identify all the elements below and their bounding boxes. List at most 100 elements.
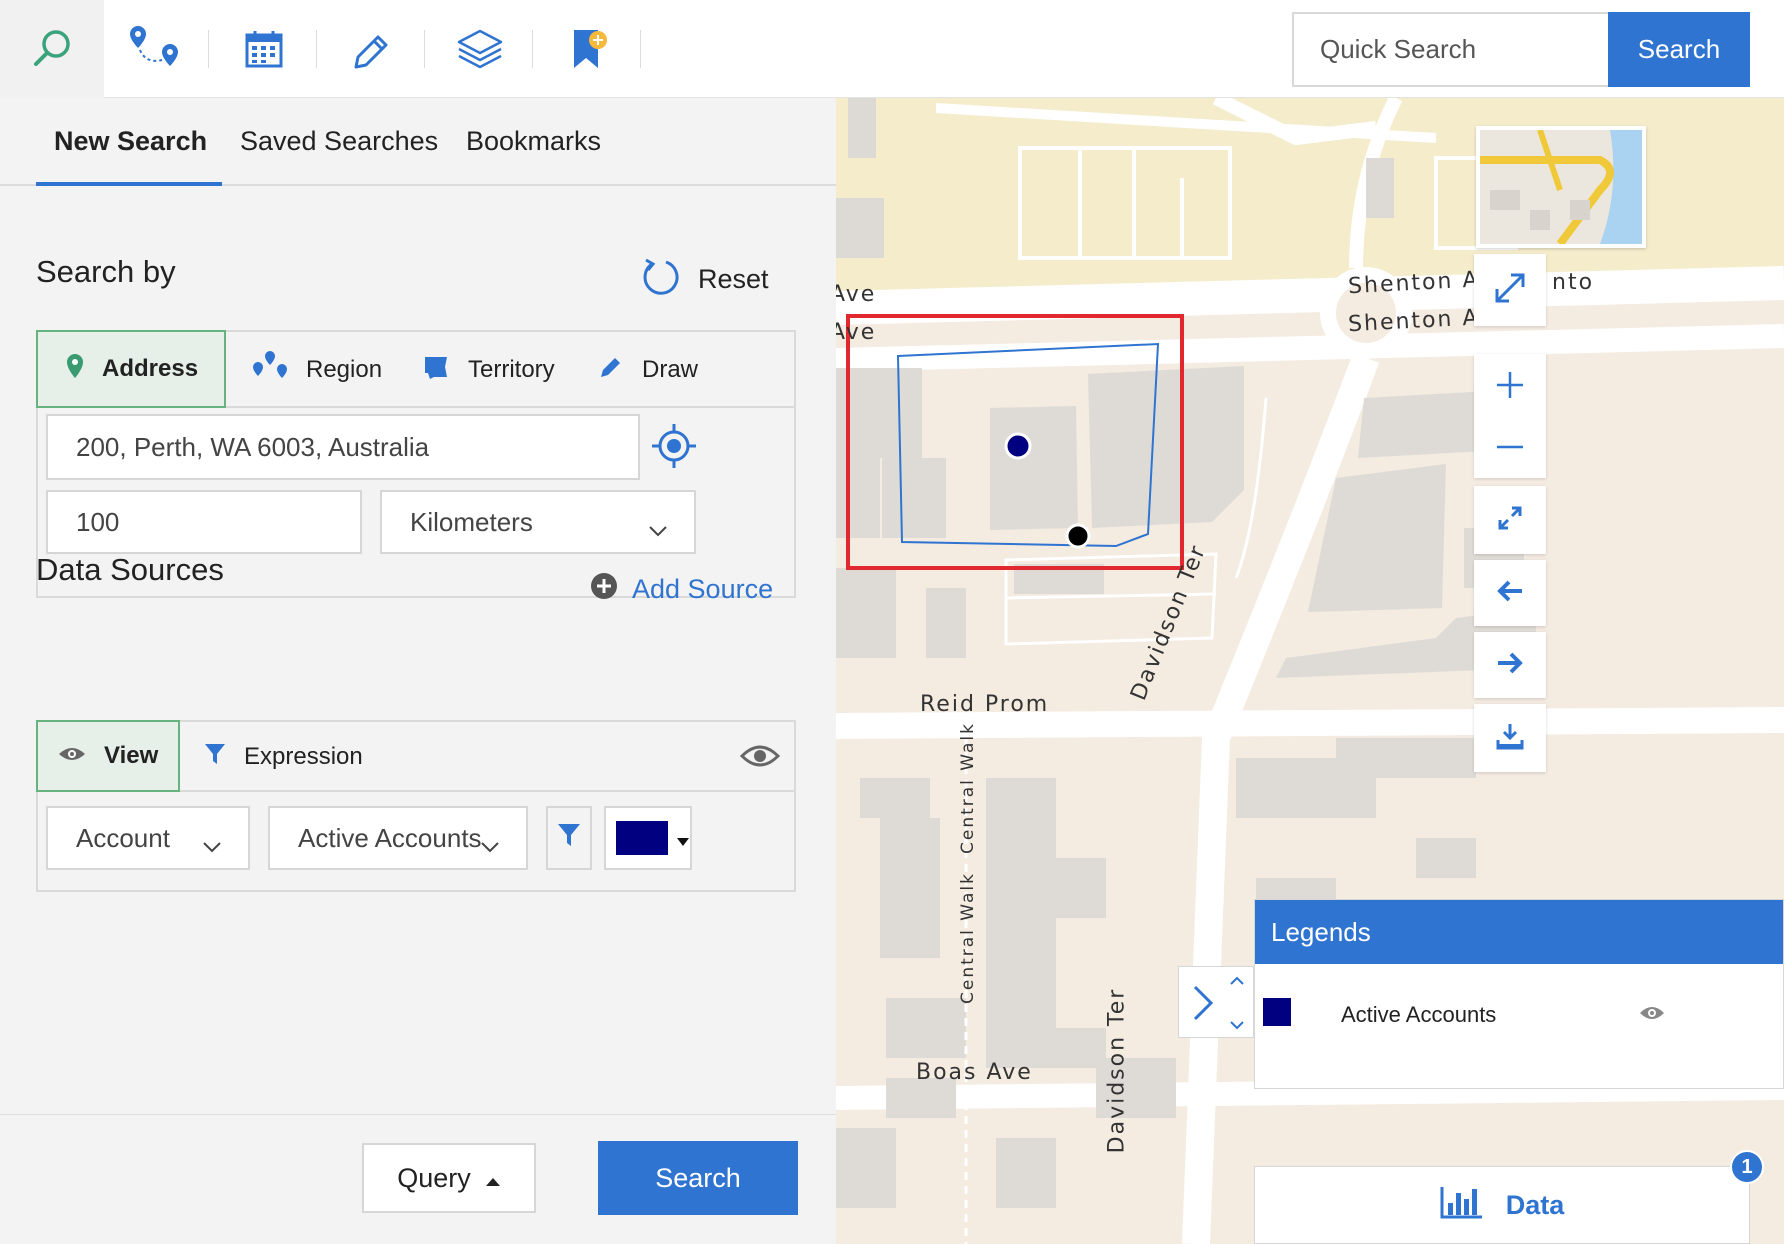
filter-icon bbox=[204, 742, 226, 773]
query-button[interactable]: Query bbox=[362, 1143, 536, 1213]
chevron-up-icon[interactable] bbox=[1229, 973, 1245, 991]
fit-extent-button[interactable] bbox=[1474, 486, 1546, 554]
tool-route[interactable] bbox=[104, 0, 208, 98]
panel-footer: Query Search bbox=[0, 1114, 836, 1244]
toolbar-divider bbox=[424, 30, 425, 68]
reset-label: Reset bbox=[698, 264, 769, 294]
street-label: Boas Ave bbox=[916, 1060, 1033, 1085]
top-toolbar: Quick Search Search bbox=[0, 0, 1784, 98]
search-by-address-tab[interactable]: Address bbox=[36, 330, 226, 408]
arrow-left-icon bbox=[1496, 579, 1524, 608]
caret-down-icon bbox=[676, 823, 690, 854]
street-label: Davidson Ter bbox=[1104, 987, 1130, 1154]
previous-extent-button[interactable] bbox=[1474, 560, 1546, 626]
toolbar-divider bbox=[208, 30, 209, 68]
search-by-draw-tab[interactable]: Draw bbox=[598, 332, 698, 408]
legend-toggle[interactable] bbox=[1178, 966, 1254, 1038]
filter-button[interactable] bbox=[546, 806, 592, 870]
eye-icon bbox=[58, 742, 86, 770]
search-by-territory-label: Territory bbox=[468, 356, 555, 383]
quick-search-button[interactable]: Search bbox=[1608, 12, 1750, 87]
calendar-icon bbox=[244, 29, 284, 69]
zoom-out-icon[interactable] bbox=[1495, 416, 1525, 478]
search-button[interactable]: Search bbox=[598, 1141, 798, 1215]
data-results-bar[interactable]: Data bbox=[1254, 1166, 1750, 1244]
bar-chart-icon bbox=[1440, 1185, 1484, 1226]
results-count-badge: 1 bbox=[1730, 1150, 1764, 1184]
add-circle-icon bbox=[590, 572, 618, 607]
visibility-eye-icon[interactable] bbox=[739, 742, 781, 775]
legend-item: Active Accounts bbox=[1255, 964, 1783, 1088]
refresh-icon bbox=[640, 256, 680, 303]
search-by-region-tab[interactable]: Region bbox=[252, 332, 382, 408]
quick-search-input[interactable]: Quick Search bbox=[1292, 12, 1608, 87]
street-label: Ave bbox=[836, 282, 877, 307]
search-panel: New Search Saved Searches Bookmarks Sear… bbox=[0, 98, 836, 1244]
color-picker[interactable] bbox=[604, 806, 692, 870]
ds-expression-tab[interactable]: Expression bbox=[204, 722, 363, 792]
zoom-in-icon[interactable] bbox=[1495, 354, 1525, 416]
legend-swatch bbox=[1263, 998, 1291, 1026]
toolbar-divider bbox=[316, 30, 317, 68]
entity-select[interactable]: Account bbox=[46, 806, 250, 870]
street-label: nto bbox=[1552, 270, 1595, 295]
download-icon bbox=[1496, 722, 1524, 755]
search-by-tabs: Address Region Territory Draw bbox=[36, 330, 794, 408]
overview-minimap[interactable] bbox=[1476, 126, 1646, 248]
toolbar-divider bbox=[532, 30, 533, 68]
search-by-address-label: Address bbox=[102, 355, 199, 382]
location-pin-icon bbox=[66, 353, 84, 386]
tool-calendar[interactable] bbox=[212, 0, 316, 98]
address-input[interactable]: 200, Perth, WA 6003, Australia bbox=[46, 414, 640, 480]
zoom-controls bbox=[1474, 354, 1546, 478]
search-icon bbox=[29, 26, 75, 72]
tab-new-search[interactable]: New Search bbox=[54, 126, 207, 157]
fullscreen-button[interactable] bbox=[1474, 254, 1546, 326]
distance-unit-value: Kilometers bbox=[410, 506, 533, 537]
region-pins-icon bbox=[252, 350, 288, 391]
tool-bookmark[interactable] bbox=[536, 0, 640, 98]
tool-layers[interactable] bbox=[428, 0, 532, 98]
map-pin-active-account bbox=[1004, 432, 1032, 460]
data-sources-label: Data Sources bbox=[36, 552, 224, 587]
pencil-icon bbox=[350, 27, 394, 71]
tool-draw[interactable] bbox=[320, 0, 424, 98]
chevron-right-icon[interactable] bbox=[1191, 983, 1215, 1028]
ds-expression-label: Expression bbox=[244, 743, 363, 770]
current-location-icon[interactable] bbox=[650, 422, 698, 475]
street-label: Central Walk bbox=[958, 871, 979, 1005]
chevron-down-icon bbox=[480, 830, 500, 861]
reset-button[interactable]: Reset bbox=[640, 256, 769, 303]
search-by-draw-label: Draw bbox=[642, 356, 699, 383]
expand-icon bbox=[1493, 271, 1527, 310]
chevron-down-icon[interactable] bbox=[1229, 1019, 1245, 1037]
arrow-right-icon bbox=[1496, 651, 1524, 680]
chevron-down-icon bbox=[648, 514, 668, 545]
bookmark-icon bbox=[568, 26, 608, 72]
view-select[interactable]: Active Accounts bbox=[268, 806, 528, 870]
legend-title: Legends bbox=[1255, 900, 1783, 964]
filter-icon bbox=[557, 822, 581, 855]
tab-bookmarks[interactable]: Bookmarks bbox=[466, 126, 601, 157]
search-by-territory-tab[interactable]: Territory bbox=[422, 332, 555, 408]
panel-tabs: New Search Saved Searches Bookmarks bbox=[0, 98, 836, 186]
ds-view-tab[interactable]: View bbox=[36, 720, 180, 792]
chevron-down-icon bbox=[202, 830, 222, 861]
eye-icon[interactable] bbox=[1639, 1004, 1665, 1027]
add-source-button[interactable]: Add Source bbox=[590, 572, 773, 607]
view-value: Active Accounts bbox=[298, 822, 482, 853]
fit-extent-icon bbox=[1497, 505, 1523, 536]
tool-search[interactable] bbox=[0, 0, 104, 98]
pencil-icon bbox=[598, 354, 624, 387]
radius-input[interactable]: 100 bbox=[46, 490, 362, 554]
next-extent-button[interactable] bbox=[1474, 632, 1546, 698]
download-button[interactable] bbox=[1474, 704, 1546, 772]
route-icon bbox=[126, 22, 186, 76]
query-label: Query bbox=[397, 1162, 471, 1193]
street-label: Ave bbox=[836, 320, 877, 345]
search-by-region-label: Region bbox=[306, 356, 383, 383]
distance-unit-select[interactable]: Kilometers bbox=[380, 490, 696, 554]
data-source-box: View Expression Account Active Accounts bbox=[36, 720, 796, 892]
map-pin-account bbox=[1065, 523, 1091, 549]
tab-saved-searches[interactable]: Saved Searches bbox=[240, 126, 438, 157]
